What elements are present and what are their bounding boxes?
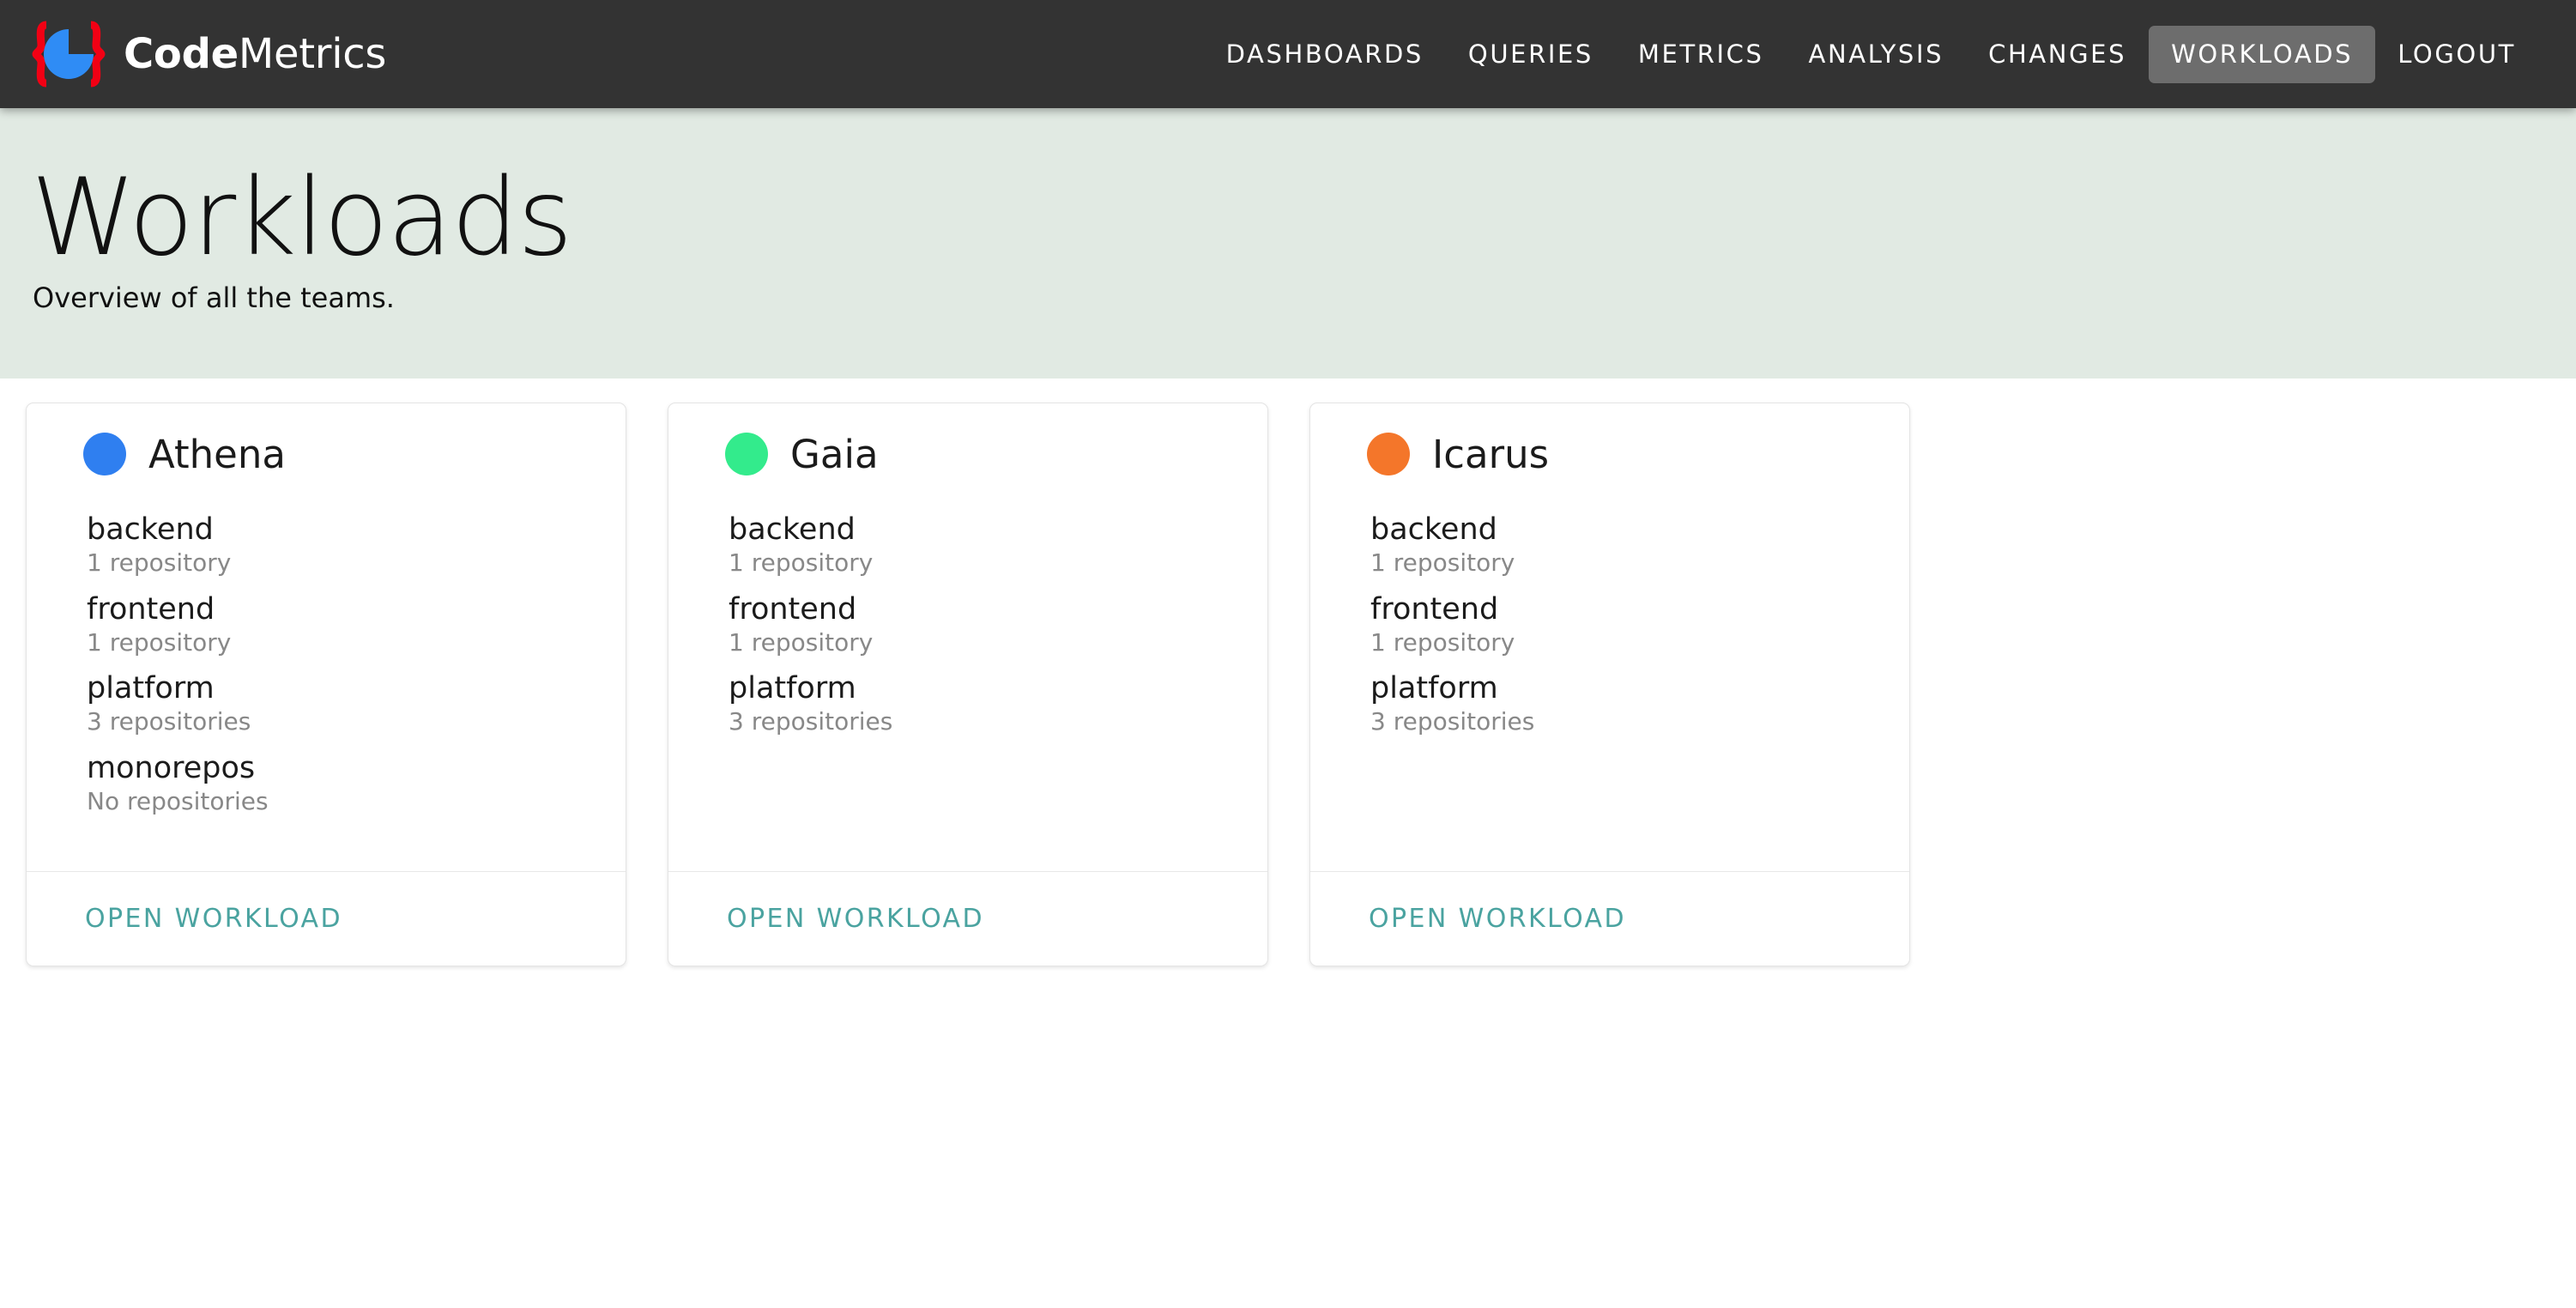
top-navigation-bar: CodeMetrics DASHBOARDS QUERIES METRICS A…	[0, 0, 2576, 108]
workload-card-body: Athena backend 1 repository frontend 1 r…	[27, 403, 626, 871]
repository-group-count: 3 repositories	[87, 707, 251, 736]
repository-group: backend 1 repository	[729, 512, 1233, 578]
repository-group-label: platform	[87, 671, 215, 706]
workload-card[interactable]: Gaia backend 1 repository frontend 1 rep…	[668, 403, 1268, 966]
repository-group-label: frontend	[1370, 591, 1499, 627]
brand-name: CodeMetrics	[124, 33, 386, 75]
team-name: Gaia	[790, 431, 879, 477]
nav-item-metrics[interactable]: METRICS	[1616, 26, 1787, 83]
repository-group-count: 1 repository	[87, 627, 232, 657]
workload-card[interactable]: Icarus backend 1 repository frontend 1 r…	[1309, 403, 1910, 966]
workload-card[interactable]: Athena backend 1 repository frontend 1 r…	[26, 403, 626, 966]
repository-group-label: frontend	[87, 591, 215, 627]
page-title: Workloads	[31, 156, 573, 281]
repository-group-label: platform	[729, 671, 856, 706]
repository-group-count: 1 repository	[729, 627, 874, 657]
repository-group-list: backend 1 repository frontend 1 reposito…	[61, 512, 591, 815]
nav-item-analysis[interactable]: ANALYSIS	[1787, 26, 1967, 83]
team-name: Icarus	[1432, 431, 1550, 477]
nav-item-logout[interactable]: LOGOUT	[2375, 26, 2538, 83]
workload-card-footer: OPEN WORKLOAD	[668, 871, 1267, 966]
workload-card-footer: OPEN WORKLOAD	[1310, 871, 1909, 966]
page-subtitle: Overview of all the teams.	[33, 282, 395, 315]
repository-group-count: No repositories	[87, 786, 269, 815]
workload-card-header: Athena	[61, 433, 591, 475]
workload-card-body: Icarus backend 1 repository frontend 1 r…	[1310, 403, 1909, 871]
team-name: Athena	[148, 431, 286, 477]
repository-group: backend 1 repository	[1370, 512, 1875, 578]
workload-card-footer: OPEN WORKLOAD	[27, 871, 626, 966]
open-workload-link[interactable]: OPEN WORKLOAD	[1369, 905, 1626, 932]
repository-group-label: backend	[1370, 512, 1497, 547]
nav-item-dashboards[interactable]: DASHBOARDS	[1204, 26, 1446, 83]
repository-group-label: monorepos	[87, 750, 256, 785]
repository-group-label: platform	[1370, 671, 1498, 706]
repository-group-count: 1 repository	[1370, 548, 1515, 578]
repository-group-count: 3 repositories	[1370, 707, 1535, 736]
workload-card-header: Icarus	[1345, 433, 1875, 475]
workload-cards-grid: Athena backend 1 repository frontend 1 r…	[0, 378, 2576, 966]
repository-group-list: backend 1 repository frontend 1 reposito…	[1345, 512, 1875, 736]
repository-group: platform 3 repositories	[729, 671, 1233, 736]
team-color-dot-icon	[725, 433, 768, 475]
repository-group: platform 3 repositories	[87, 671, 591, 736]
repository-group-list: backend 1 repository frontend 1 reposito…	[703, 512, 1233, 736]
repository-group: frontend 1 repository	[729, 591, 1233, 657]
repository-group-count: 1 repository	[729, 548, 874, 578]
brand-logo[interactable]: CodeMetrics	[29, 0, 386, 108]
pie-chart-braces-logo-icon	[29, 20, 108, 88]
repository-group-count: 3 repositories	[729, 707, 893, 736]
nav-item-queries[interactable]: QUERIES	[1446, 26, 1616, 83]
repository-group: platform 3 repositories	[1370, 671, 1875, 736]
repository-group: backend 1 repository	[87, 512, 591, 578]
repository-group-count: 1 repository	[87, 548, 232, 578]
brand-name-light: Metrics	[238, 30, 387, 78]
workload-card-body: Gaia backend 1 repository frontend 1 rep…	[668, 403, 1267, 871]
nav-item-changes[interactable]: CHANGES	[1966, 26, 2149, 83]
team-color-dot-icon	[1367, 433, 1410, 475]
nav-item-workloads[interactable]: WORKLOADS	[2149, 25, 2376, 83]
nav-links: DASHBOARDS QUERIES METRICS ANALYSIS CHAN…	[1204, 25, 2538, 83]
repository-group-label: backend	[729, 512, 856, 547]
open-workload-link[interactable]: OPEN WORKLOAD	[727, 905, 984, 932]
brand-name-bold: Code	[124, 30, 239, 78]
repository-group-count: 1 repository	[1370, 627, 1515, 657]
repository-group: frontend 1 repository	[1370, 591, 1875, 657]
team-color-dot-icon	[83, 433, 126, 475]
repository-group-label: backend	[87, 512, 214, 547]
repository-group-label: frontend	[729, 591, 857, 627]
repository-group: monorepos No repositories	[87, 750, 591, 815]
open-workload-link[interactable]: OPEN WORKLOAD	[85, 905, 342, 932]
page-hero: Workloads Overview of all the teams.	[0, 108, 2576, 378]
workload-card-header: Gaia	[703, 433, 1233, 475]
repository-group: frontend 1 repository	[87, 591, 591, 657]
